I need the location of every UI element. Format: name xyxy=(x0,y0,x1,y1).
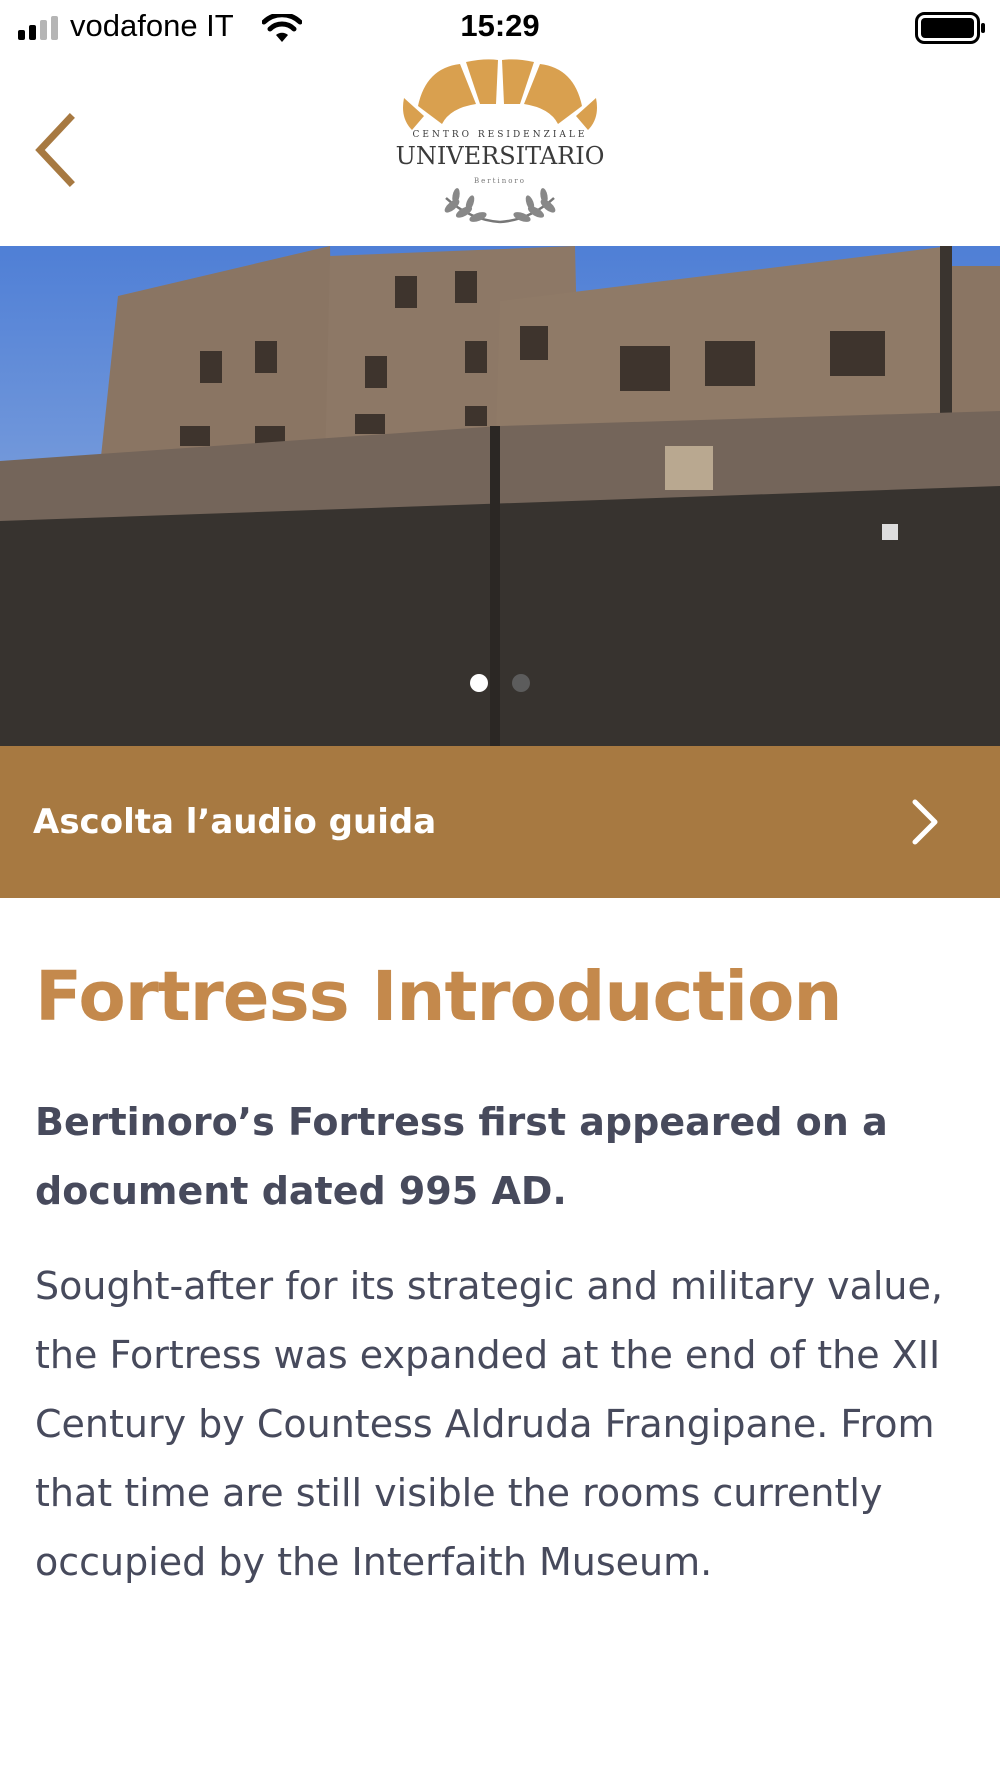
laurel-icon xyxy=(444,188,556,224)
logo: CENTRO RESIDENZIALE UNIVERSITARIO Bertin… xyxy=(390,58,610,224)
carousel-dot-active[interactable] xyxy=(470,674,488,692)
audio-guide-label: Ascolta l’audio guida xyxy=(33,802,437,842)
chevron-right-icon xyxy=(912,799,938,845)
logo-sub-text: Bertinoro xyxy=(474,177,526,185)
page-title: Fortress Introduction xyxy=(35,957,843,1037)
carousel-dots xyxy=(0,674,1000,696)
status-time: 15:29 xyxy=(460,8,540,43)
logo-top-text: CENTRO RESIDENZIALE xyxy=(412,130,588,140)
croissant-icon xyxy=(403,59,597,130)
fortress-photo xyxy=(0,246,1000,746)
article-body: Sought-after for its strategic and milit… xyxy=(35,1264,943,1584)
hero-carousel[interactable] xyxy=(0,246,1000,746)
logo-main-text: UNIVERSITARIO xyxy=(395,142,605,170)
battery-icon xyxy=(915,12,985,44)
audio-guide-button[interactable]: Ascolta l’audio guida xyxy=(0,746,1000,898)
carousel-dot[interactable] xyxy=(512,674,530,692)
header: CENTRO RESIDENZIALE UNIVERSITARIO Bertin… xyxy=(0,56,1000,246)
status-bar: vodafone IT 15:29 xyxy=(0,0,1000,56)
chevron-left-icon[interactable] xyxy=(30,110,90,190)
article: Fortress Introduction Bertinoro’s Fortre… xyxy=(35,950,965,1597)
article-lead: Bertinoro’s Fortress first appeared on a… xyxy=(35,1100,888,1213)
